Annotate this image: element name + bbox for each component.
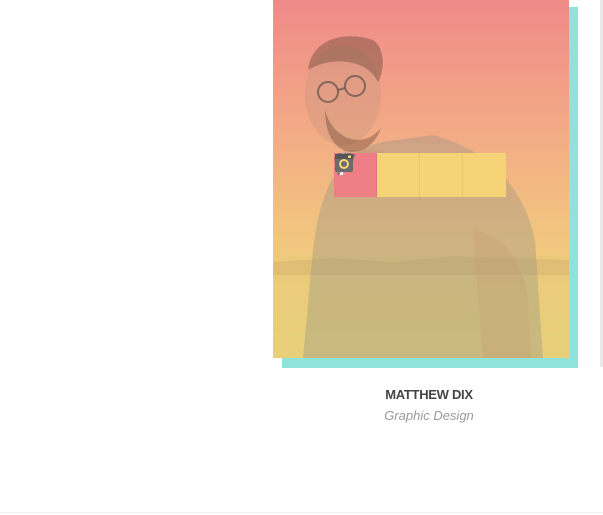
member-photo (273, 0, 569, 358)
instagram-icon (335, 154, 353, 172)
team-member-card[interactable] (273, 0, 578, 368)
section-divider (0, 512, 603, 513)
page: MATTHEW DIX Graphic Design (0, 0, 603, 515)
member-role: Graphic Design (384, 408, 474, 423)
twitter-button[interactable] (334, 153, 420, 197)
instagram-button[interactable] (335, 153, 506, 197)
pinterest-button[interactable] (334, 153, 463, 197)
social-links (334, 153, 506, 197)
member-name: MATTHEW DIX (385, 387, 473, 402)
